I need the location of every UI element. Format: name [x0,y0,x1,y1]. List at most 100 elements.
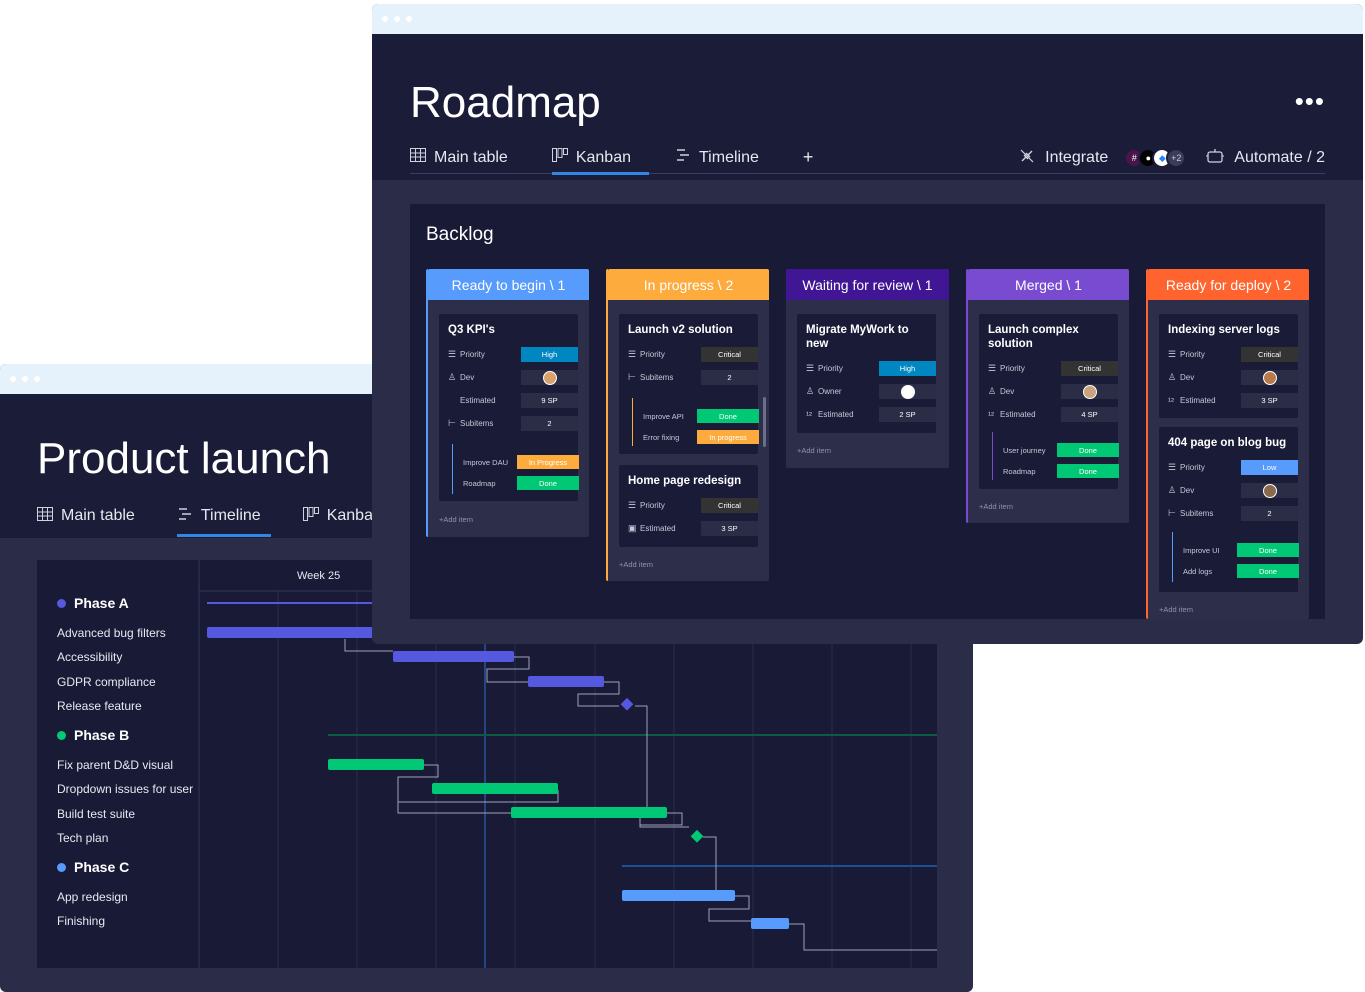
kanban-column: Ready for deploy \ 2 Indexing server log… [1146,269,1309,619]
phase-label: Phase C [74,859,130,875]
integrate-button[interactable]: Integrate [1045,149,1108,167]
task-label[interactable]: Finishing [57,914,105,928]
subitem-row[interactable]: Improve UI Done [1177,543,1299,557]
subitem-row[interactable]: Roadmap Done [997,464,1119,478]
subitems-value[interactable]: 2 [701,370,758,385]
person-value[interactable] [1061,384,1118,399]
task-label[interactable]: Accessibility [57,650,122,664]
task-label[interactable]: Release feature [57,699,142,713]
subitem-row[interactable]: User journey Done [997,443,1119,457]
column-header[interactable]: Merged \ 1 [968,269,1129,300]
person-value[interactable] [1241,370,1298,385]
estimate-value[interactable]: 3 SP [1241,393,1298,408]
priority-icon: ☰ [448,349,457,359]
kanban-card[interactable]: 404 page on blog bug ☰ Priority Low ♙ Dev … [1159,427,1299,592]
avatar [1262,370,1277,385]
person-value[interactable] [521,370,578,385]
add-item-button[interactable]: +Add item [619,560,653,569]
status-badge[interactable]: Done [1237,543,1299,557]
column-header[interactable]: Ready to begin \ 1 [428,269,589,300]
tab-kanban[interactable]: Kanban [551,142,650,175]
priority-value[interactable]: Critical [1061,361,1118,376]
priority-value[interactable]: Critical [1241,347,1298,362]
kanban-card[interactable]: Indexing server logs ☰ Priority Critical … [1159,314,1298,418]
estimate-value[interactable]: 9 SP [521,393,578,408]
kanban-column: Waiting for review \ 1 Migrate MyWork to… [786,269,949,468]
field-label: Priority [640,501,665,510]
kanban-icon [551,148,568,167]
priority-value[interactable]: High [521,347,578,362]
person-value[interactable] [1241,483,1298,498]
phase-a-header[interactable]: Phase A [57,595,129,611]
status-badge[interactable]: Done [1057,443,1119,457]
estimate-value[interactable]: 4 SP [1061,407,1118,422]
scrollbar[interactable] [763,397,766,447]
priority-value[interactable]: Low [1241,460,1298,475]
subitems-value[interactable]: 2 [521,416,578,431]
tab-main-table[interactable]: Main table [37,502,135,530]
tab-label: Timeline [200,507,261,524]
more-options-button[interactable]: ••• [1295,86,1325,117]
tab-timeline[interactable]: Timeline [176,502,271,537]
column-header[interactable]: Waiting for review \ 1 [786,269,949,300]
person-icon: ♙ [1168,485,1177,495]
priority-value[interactable]: High [879,361,936,376]
person-icon: ♙ [806,386,815,396]
task-label[interactable]: Advanced bug filters [57,626,166,640]
status-badge[interactable]: In progress [697,430,759,444]
field-label: Subitems [1180,509,1214,518]
estimate-value[interactable]: 2 SP [879,407,936,422]
window-dot [406,16,412,22]
status-badge[interactable]: Done [517,476,579,490]
subitems-value[interactable]: 2 [1241,506,1298,521]
column-header[interactable]: Ready for deploy \ 2 [1148,269,1309,300]
task-label[interactable]: Dropdown issues for user [57,782,193,796]
task-label[interactable]: Tech plan [57,831,108,845]
phase-c-header[interactable]: Phase C [57,859,129,875]
field-label: Estimated [1000,410,1036,419]
field-label: Subitems [640,373,674,382]
phase-b-header[interactable]: Phase B [57,727,129,743]
view-tabs: Main table Kanban Timeline + Integrate #… [410,142,1325,175]
kanban-card[interactable]: Launch complex solution ☰ Priority Critic… [979,314,1119,489]
subitem-row[interactable]: Improve API Done [637,409,759,423]
task-label[interactable]: GDPR compliance [57,675,156,689]
tab-main-table[interactable]: Main table [410,142,508,174]
subitem-label: Improve API [643,411,684,421]
add-item-button[interactable]: +Add item [797,446,831,455]
kanban-card[interactable]: Migrate MyWork to new ☰ Priority High ♙ Ow… [797,314,936,433]
subitems-icon: ⊢ [1168,508,1176,518]
phase-label: Phase A [74,595,129,611]
kanban-card[interactable]: Launch v2 solution ☰ Priority Critical ⊢ S… [619,314,759,454]
subitem-row[interactable]: Add logs Done [1177,564,1299,578]
task-label[interactable]: Fix parent D&D visual [57,758,173,772]
status-badge[interactable]: Done [1057,464,1119,478]
subitem-row[interactable]: Improve DAU In Progress [457,455,579,469]
integration-avatars[interactable]: # ● ◆ +2 [1124,148,1187,168]
estimate-value[interactable]: 3 SP [701,521,758,536]
add-view-button[interactable]: + [803,142,814,174]
field-label: Estimated [640,524,676,533]
window-dot [10,376,16,382]
add-item-button[interactable]: +Add item [439,515,473,524]
kanban-card[interactable]: Home page redesign ☰ Priority Critical ▣ E… [619,465,758,547]
column-header[interactable]: In progress \ 2 [608,269,769,300]
person-value[interactable] [879,384,936,399]
tab-timeline[interactable]: Timeline [675,142,759,174]
table-icon [37,506,53,526]
automate-button[interactable]: Automate / 2 [1234,149,1325,167]
subitem-row[interactable]: Roadmap Done [457,476,579,490]
priority-value[interactable]: Critical [701,347,758,362]
status-badge[interactable]: In Progress [517,455,579,469]
status-badge[interactable]: Done [697,409,759,423]
kanban-card[interactable]: Q3 KPI's ☰ Priority High ♙ Dev Estimated 9… [439,314,579,501]
add-item-button[interactable]: +Add item [979,502,1013,511]
tab-kanban[interactable]: Kanban [302,502,382,530]
task-label[interactable]: App redesign [57,890,128,904]
task-label[interactable]: Build test suite [57,807,135,821]
add-item-button[interactable]: +Add item [1159,605,1193,614]
subitem-row[interactable]: Error fixing In progress [637,430,759,444]
status-badge[interactable]: Done [1237,564,1299,578]
priority-value[interactable]: Critical [701,498,758,513]
field-label: Dev [1000,387,1015,396]
